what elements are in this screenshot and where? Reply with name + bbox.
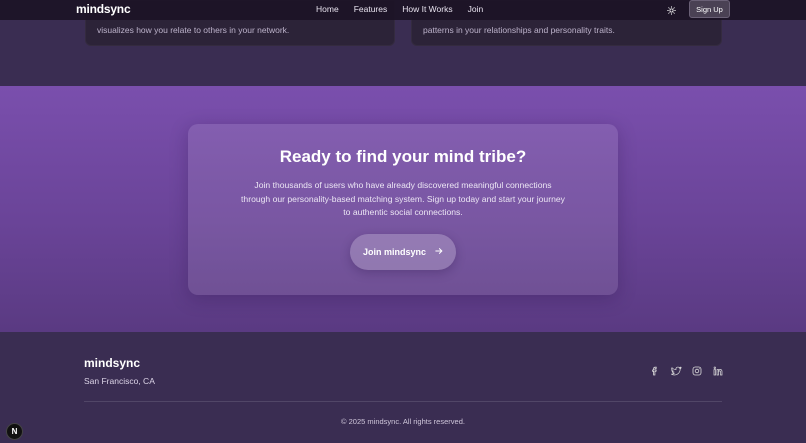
- footer-brand: mindsync: [84, 356, 141, 370]
- feature-card-right-text: patterns in your relationships and perso…: [423, 25, 615, 35]
- cta-title: Ready to find your mind tribe?: [279, 147, 527, 166]
- join-mindsync-button[interactable]: Join mindsync: [350, 234, 456, 270]
- footer: mindsync San Francisco, CA © 2025 mindsy…: [0, 332, 806, 443]
- nav-brand-logo[interactable]: mindsync: [76, 2, 131, 16]
- cta-body: Join thousands of users who have already…: [241, 180, 565, 217]
- linkedin-icon[interactable]: [712, 365, 724, 377]
- join-button-label: Join mindsync: [362, 247, 426, 257]
- social-links: [649, 365, 733, 377]
- nav-link-join[interactable]: Join: [468, 4, 484, 14]
- nextjs-logo-icon[interactable]: N: [6, 423, 23, 440]
- instagram-icon[interactable]: [691, 365, 703, 377]
- sign-up-button[interactable]: Sign Up: [689, 0, 730, 18]
- footer-location: San Francisco, CA: [84, 376, 155, 386]
- nav-link-home[interactable]: Home: [316, 4, 339, 14]
- sun-icon[interactable]: [665, 4, 677, 16]
- nav-links: Home Features How It Works Join: [316, 4, 498, 14]
- footer-divider: [84, 401, 722, 402]
- navbar: mindsync Home Features How It Works Join…: [0, 0, 806, 20]
- cta-card: Ready to find your mind tribe? Join thou…: [188, 124, 618, 295]
- twitter-icon[interactable]: [670, 365, 682, 377]
- cta-section: Ready to find your mind tribe? Join thou…: [0, 86, 806, 332]
- arrow-right-icon: [435, 247, 443, 257]
- copyright-text: © 2025 mindsync. All rights reserved.: [341, 417, 465, 426]
- nav-link-features[interactable]: Features: [354, 4, 388, 14]
- nav-link-how-it-works[interactable]: How It Works: [402, 4, 452, 14]
- feature-card-left-text: visualizes how you relate to others in y…: [97, 25, 290, 35]
- facebook-icon[interactable]: [649, 365, 661, 377]
